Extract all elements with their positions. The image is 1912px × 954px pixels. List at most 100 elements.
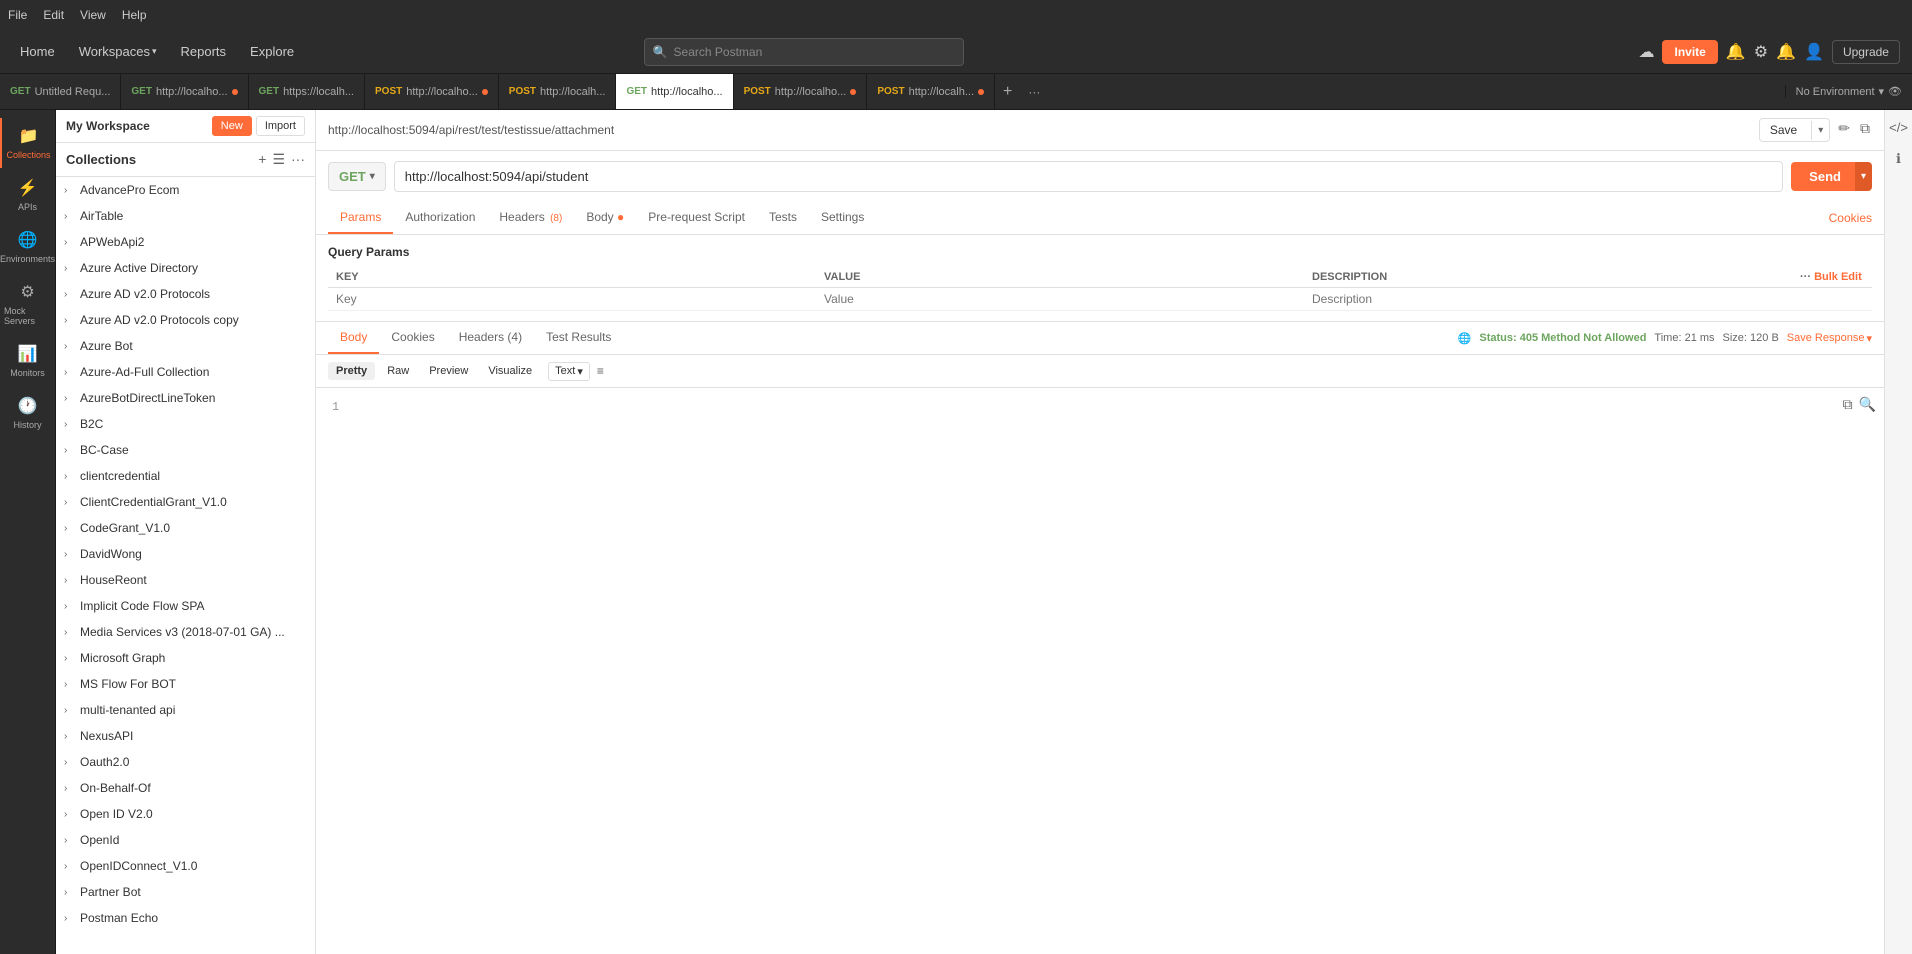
new-button[interactable]: New	[212, 116, 252, 136]
resp-tab-body[interactable]: Body	[328, 322, 379, 354]
preview-button[interactable]: Preview	[421, 362, 476, 380]
list-item[interactable]: ›multi-tenanted api	[56, 697, 315, 723]
list-item[interactable]: ›On-Behalf-Of	[56, 775, 315, 801]
description-input[interactable]	[1312, 292, 1784, 306]
resp-tab-headers[interactable]: Headers (4)	[447, 322, 534, 354]
save-button[interactable]: Save	[1760, 119, 1807, 141]
list-item[interactable]: ›MS Flow For BOT	[56, 671, 315, 697]
text-format-selector[interactable]: Text ▾	[548, 362, 590, 381]
list-item[interactable]: ›Implicit Code Flow SPA	[56, 593, 315, 619]
resp-tab-test-results[interactable]: Test Results	[534, 322, 623, 354]
tab-2[interactable]: GET https://localh...	[249, 74, 366, 109]
value-input[interactable]	[824, 292, 1296, 306]
tab-5[interactable]: GET http://localho...	[616, 74, 733, 109]
list-item[interactable]: ›ClientCredentialGrant_V1.0	[56, 489, 315, 515]
list-item[interactable]: ›CodeGrant_V1.0	[56, 515, 315, 541]
list-item[interactable]: ›Azure-Ad-Full Collection	[56, 359, 315, 385]
list-item[interactable]: ›AirTable	[56, 203, 315, 229]
nav-home[interactable]: Home	[12, 40, 63, 63]
list-item[interactable]: ›DavidWong	[56, 541, 315, 567]
nav-reports[interactable]: Reports	[173, 40, 235, 63]
list-item[interactable]: ›Azure AD v2.0 Protocols copy	[56, 307, 315, 333]
send-dropdown-button[interactable]: ▾	[1855, 162, 1872, 191]
more-options-icon[interactable]: ···	[291, 151, 305, 168]
invite-button[interactable]: Invite	[1662, 40, 1717, 64]
notifications-icon[interactable]: 🔔	[1776, 42, 1796, 62]
list-item[interactable]: ›APWebApi2	[56, 229, 315, 255]
import-button[interactable]: Import	[256, 116, 305, 136]
tab-headers[interactable]: Headers (8)	[487, 202, 574, 234]
list-item[interactable]: ›OpenId	[56, 827, 315, 853]
tab-prerequest[interactable]: Pre-request Script	[636, 202, 757, 234]
send-button[interactable]: Send	[1791, 162, 1859, 191]
filter-icon[interactable]: ☰	[272, 151, 285, 168]
list-item[interactable]: ›Azure Bot	[56, 333, 315, 359]
code-icon[interactable]: </>	[1883, 114, 1912, 141]
pretty-button[interactable]: Pretty	[328, 362, 375, 380]
list-item[interactable]: ›Postman Echo	[56, 905, 315, 931]
save-dropdown-button[interactable]: ▾	[1811, 121, 1829, 140]
list-item[interactable]: ›Open ID V2.0	[56, 801, 315, 827]
sync-icon[interactable]: ☁	[1638, 42, 1654, 62]
list-item[interactable]: ›AdvancePro Ecom	[56, 177, 315, 203]
sidebar-item-monitors[interactable]: 📊 Monitors	[0, 336, 55, 386]
tab-7[interactable]: POST http://localh...	[867, 74, 995, 109]
new-tab-button[interactable]: +	[995, 83, 1020, 101]
search-bar[interactable]: 🔍 Search Postman	[644, 38, 964, 66]
add-collection-icon[interactable]: +	[258, 151, 266, 168]
nav-explore[interactable]: Explore	[242, 40, 302, 63]
more-options-icon[interactable]: ···	[1800, 271, 1811, 283]
tab-1[interactable]: GET http://localho...	[121, 74, 248, 109]
url-input[interactable]	[394, 161, 1783, 192]
sidebar-item-history[interactable]: 🕐 History	[0, 388, 55, 438]
menu-file[interactable]: File	[8, 8, 27, 22]
tab-0[interactable]: GET Untitled Requ...	[0, 74, 121, 109]
list-item[interactable]: ›BC-Case	[56, 437, 315, 463]
bulk-edit-button[interactable]: Bulk Edit	[1814, 271, 1862, 283]
list-item[interactable]: ›AzureBotDirectLineToken	[56, 385, 315, 411]
tab-authorization[interactable]: Authorization	[393, 202, 487, 234]
resp-tab-cookies[interactable]: Cookies	[379, 322, 446, 354]
copy-icon[interactable]: ⧉	[1858, 118, 1872, 142]
list-item[interactable]: ›HouseReont	[56, 567, 315, 593]
copy-response-icon[interactable]: ⧉	[1843, 396, 1853, 417]
settings-icon[interactable]: ⚙	[1754, 42, 1768, 62]
list-item[interactable]: ›Microsoft Graph	[56, 645, 315, 671]
nav-workspaces[interactable]: Workspaces ▾	[71, 40, 165, 63]
environment-selector[interactable]: No Environment ▾ 👁	[1785, 85, 1912, 98]
tab-body[interactable]: Body ●	[574, 202, 636, 234]
search-response-icon[interactable]: 🔍	[1859, 396, 1876, 417]
sidebar-item-apis[interactable]: ⚡ APIs	[0, 170, 55, 220]
more-tabs-button[interactable]: ···	[1020, 85, 1048, 99]
menu-help[interactable]: Help	[122, 8, 147, 22]
tab-4[interactable]: POST http://localh...	[499, 74, 617, 109]
list-item[interactable]: ›NexusAPI	[56, 723, 315, 749]
menu-view[interactable]: View	[80, 8, 106, 22]
list-item[interactable]: ›OpenIDConnect_V1.0	[56, 853, 315, 879]
tab-params[interactable]: Params	[328, 202, 393, 234]
list-item[interactable]: ›Azure AD v2.0 Protocols	[56, 281, 315, 307]
format-lines-icon[interactable]: ≡	[594, 361, 607, 381]
list-item[interactable]: ›Partner Bot	[56, 879, 315, 905]
tab-settings[interactable]: Settings	[809, 202, 876, 234]
list-item[interactable]: ›Azure Active Directory	[56, 255, 315, 281]
edit-icon[interactable]: ✏	[1836, 118, 1852, 142]
sidebar-item-collections[interactable]: 📁 Collections	[0, 118, 55, 168]
list-item[interactable]: ›Oauth2.0	[56, 749, 315, 775]
tab-6[interactable]: POST http://localho...	[734, 74, 868, 109]
key-input[interactable]	[336, 292, 808, 306]
raw-button[interactable]: Raw	[379, 362, 417, 380]
tab-3[interactable]: POST http://localho...	[365, 74, 499, 109]
bell-icon[interactable]: 🔔	[1726, 42, 1746, 62]
list-item[interactable]: ›Media Services v3 (2018-07-01 GA) ...	[56, 619, 315, 645]
upgrade-button[interactable]: Upgrade	[1832, 40, 1900, 64]
cookies-link[interactable]: Cookies	[1829, 211, 1872, 225]
avatar-icon[interactable]: 👤	[1804, 42, 1824, 62]
menu-edit[interactable]: Edit	[43, 8, 64, 22]
sidebar-item-environments[interactable]: 🌐 Environments	[0, 222, 55, 272]
tab-tests[interactable]: Tests	[757, 202, 809, 234]
visualize-button[interactable]: Visualize	[480, 362, 540, 380]
method-selector[interactable]: GET ▾	[328, 162, 386, 191]
list-item[interactable]: ›B2C	[56, 411, 315, 437]
sidebar-item-mock-servers[interactable]: ⚙ Mock Servers	[0, 274, 55, 334]
